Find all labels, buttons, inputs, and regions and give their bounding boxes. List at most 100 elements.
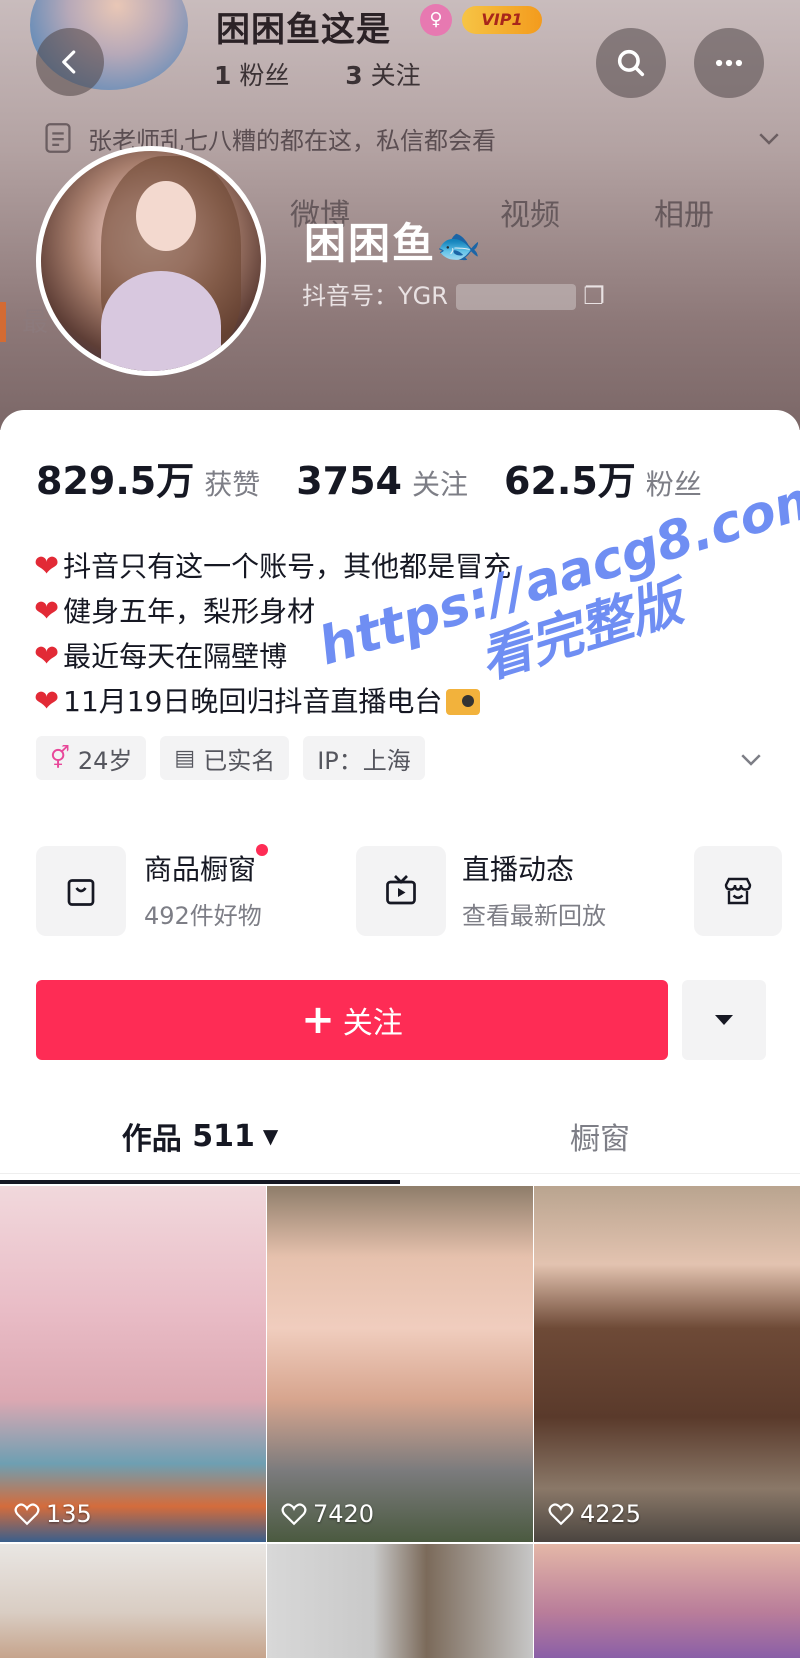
likes-count: 135 [14, 1500, 92, 1528]
video-thumbnail[interactable]: 4225 [534, 1186, 800, 1542]
following-label[interactable]: 关注 [412, 463, 468, 503]
profile-name: 困困鱼🐟 [304, 210, 483, 271]
album-link[interactable]: 相册 [654, 190, 714, 234]
profile-tags: ⚥ 24岁 ▤ 已实名 IP：上海 [36, 736, 439, 780]
profile-stats: 829.5万 获赞 3754 关注 62.5万 粉丝 [36, 450, 738, 505]
bio: ❤ 抖音只有这一个账号，其他都是冒充 ❤ 健身五年，梨形身材 ❤ 最近每天在隔壁博 ❤… [34, 544, 511, 724]
live-title[interactable]: 直播动态 [462, 848, 574, 888]
shopping-bag-icon [67, 879, 95, 906]
video-thumbnail[interactable] [0, 1544, 266, 1658]
age-tag: ⚥ 24岁 [36, 736, 147, 780]
ip-text: IP：上海 [317, 746, 411, 775]
vip-badge: VIP1 [462, 6, 542, 34]
heart-icon: ❤ [34, 549, 60, 584]
store-entry[interactable] [694, 846, 782, 936]
caret-down-icon: ▼ [262, 1124, 279, 1148]
left-edge-marker [0, 302, 6, 342]
blurred-id [455, 284, 576, 310]
likes-number: 135 [46, 1500, 92, 1528]
followers-label[interactable]: 粉丝 [646, 463, 702, 503]
heart-outline-icon [281, 1503, 307, 1526]
shop-window-subtitle: 492件好物 [144, 902, 262, 930]
bio-text: 抖音只有这一个账号，其他都是冒充 [63, 550, 512, 583]
tv-icon [386, 875, 416, 905]
likes-count: 7420 [281, 1500, 374, 1528]
likes-count: 829.5万 [36, 459, 195, 503]
search-icon [617, 49, 645, 77]
back-button[interactable] [36, 28, 104, 96]
video-link[interactable]: 视频 [500, 190, 560, 234]
id-card-icon: ▤ [174, 745, 196, 771]
header-followers-count: 1 [214, 61, 232, 90]
follow-button[interactable]: + 关注 [36, 980, 668, 1060]
bio-line: ❤ 11月19日晚回归抖音直播电台 [34, 679, 511, 724]
tab-works-count: 511 [192, 1118, 255, 1154]
content-tabs: 作品 511 ▼ 橱窗 [0, 1098, 800, 1174]
more-button[interactable] [694, 28, 764, 98]
likes-number: 7420 [313, 1500, 375, 1528]
header-followers-label: 粉丝 [239, 61, 290, 90]
more-options-dropdown[interactable] [682, 980, 766, 1060]
video-thumbnail[interactable] [534, 1544, 800, 1658]
profile-card: 829.5万 获赞 3754 关注 62.5万 粉丝 ❤ 抖音只有这一个账号，其他… [0, 410, 800, 1658]
tab-shop-label: 橱窗 [570, 1122, 630, 1157]
likes-label: 获赞 [204, 468, 261, 501]
copy-icon[interactable]: ❐ [583, 282, 605, 310]
caret-down-icon [715, 1015, 733, 1025]
heart-outline-icon [14, 1503, 40, 1526]
header-following-label: 关注 [370, 61, 421, 90]
fish-emoji-icon: 🐟 [436, 226, 483, 267]
video-grid: 135 7420 4225 [0, 1186, 800, 1658]
services-row: 商品橱窗 492件好物 直播动态 查看最新回放 [36, 844, 800, 938]
avatar[interactable] [36, 146, 266, 376]
video-thumbnail[interactable] [267, 1544, 533, 1658]
search-button[interactable] [596, 28, 666, 98]
header-username: 困困鱼这是 [216, 10, 391, 50]
ip-tag: IP：上海 [303, 736, 425, 780]
heart-icon: ❤ [34, 684, 60, 719]
plus-icon: + [301, 997, 335, 1043]
bio-line: ❤ 抖音只有这一个账号，其他都是冒充 [34, 544, 511, 589]
shop-window-entry[interactable] [36, 846, 126, 936]
document-icon [45, 123, 71, 153]
followers-count[interactable]: 62.5万 [504, 450, 636, 505]
left-edge-text: 最 [22, 308, 49, 338]
video-thumbnail[interactable]: 7420 [267, 1186, 533, 1542]
verified-text: 已实名 [203, 746, 276, 775]
female-badge-icon: ♀ [420, 4, 452, 36]
bio-line: ❤ 最近每天在隔壁博 [34, 634, 511, 679]
radio-icon [446, 688, 481, 715]
tab-works-label: 作品 [121, 1122, 182, 1157]
tab-indicator [0, 1180, 400, 1184]
live-entry[interactable] [356, 846, 446, 936]
store-icon [724, 877, 752, 905]
heart-icon: ❤ [34, 594, 60, 629]
header-following-count: 3 [345, 61, 363, 90]
likes-number: 4225 [580, 1500, 642, 1528]
chevron-down-icon [759, 133, 779, 145]
shop-window-title[interactable]: 商品橱窗 [144, 848, 256, 888]
douyin-id[interactable]: 抖音号：YGR ❐ [302, 276, 605, 311]
profile-header: 困困鱼这是 ♀ VIP1 1 粉丝 3 关注 张老师乱七八糟的都在这，私信都会看… [0, 0, 800, 430]
profile-name-text: 困困鱼 [304, 219, 437, 268]
bio-text: 最近每天在隔壁博 [63, 640, 288, 673]
douyin-id-text: 抖音号：YGR [302, 282, 448, 310]
follow-button-label: 关注 [342, 1006, 403, 1041]
more-dots-icon [715, 59, 743, 67]
bio-line: ❤ 健身五年，梨形身材 [34, 589, 511, 634]
watermark-caption: 看完整版 [472, 572, 690, 691]
header-stats: 1 粉丝 3 关注 [214, 56, 421, 92]
age-text: 24岁 [77, 746, 133, 775]
verified-tag: ▤ 已实名 [160, 736, 290, 780]
female-icon: ⚥ [50, 745, 70, 771]
video-thumbnail[interactable]: 135 [0, 1186, 266, 1542]
tab-shop-window[interactable]: 橱窗 [400, 1098, 800, 1174]
tab-works[interactable]: 作品 511 ▼ [0, 1098, 400, 1174]
bio-text: 健身五年，梨形身材 [63, 595, 316, 628]
notification-dot [256, 844, 268, 856]
description-text: 张老师乱七八糟的都在这，私信都会看 [88, 126, 496, 155]
heart-icon: ❤ [34, 639, 60, 674]
back-arrow-icon [62, 50, 76, 74]
chevron-down-icon[interactable] [736, 744, 766, 774]
following-count[interactable]: 3754 [296, 459, 402, 503]
